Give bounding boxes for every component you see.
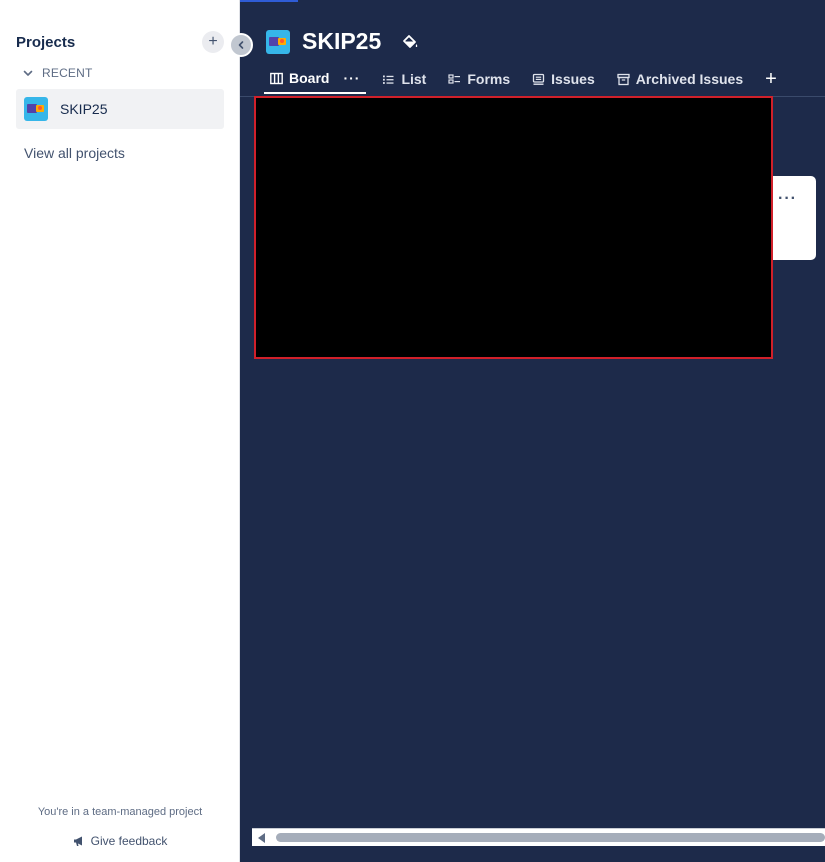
sidebar-item-label: SKIP25 <box>60 101 108 117</box>
chevron-down-icon <box>23 70 33 76</box>
project-title: SKIP25 <box>302 28 382 54</box>
sidebar: Projects + RECENT SKIP25 View all projec… <box>0 0 240 862</box>
give-feedback-label: Give feedback <box>90 834 168 848</box>
give-feedback-button[interactable]: Give feedback <box>0 834 240 848</box>
recent-label: RECENT <box>42 66 93 80</box>
scroll-left-arrow-icon[interactable] <box>258 833 265 843</box>
tab-archived-issues-label: Archived Issues <box>635 71 744 87</box>
recent-section-toggle[interactable]: RECENT <box>22 66 93 80</box>
project-avatar-icon <box>24 97 48 121</box>
scrollbar-thumb[interactable] <box>276 833 825 842</box>
top-accent-line <box>236 0 298 2</box>
issues-icon <box>532 73 545 85</box>
horizontal-scrollbar[interactable] <box>252 828 825 846</box>
megaphone-icon <box>73 836 82 846</box>
list-icon <box>383 75 394 84</box>
form-icon <box>448 73 461 84</box>
tab-archived-issues[interactable]: Archived Issues <box>611 64 749 94</box>
tab-issues[interactable]: Issues <box>526 64 601 94</box>
add-tab-button[interactable]: + <box>759 64 783 94</box>
tab-forms[interactable]: Forms <box>442 64 516 94</box>
board-more-button[interactable]: ··· <box>343 70 360 86</box>
archive-icon <box>617 73 630 85</box>
tab-board-label: Board <box>289 70 330 86</box>
tab-forms-label: Forms <box>467 71 511 87</box>
tab-list[interactable]: List <box>376 64 432 94</box>
sidebar-item-skip25[interactable]: SKIP25 <box>16 89 224 129</box>
project-header: SKIP25 <box>266 28 419 55</box>
column-more-button[interactable]: ··· <box>778 190 797 208</box>
sidebar-title: Projects <box>16 33 76 51</box>
paint-bucket-icon[interactable] <box>401 33 419 51</box>
tab-list-label: List <box>401 71 427 87</box>
project-avatar-icon <box>266 29 290 54</box>
chevron-left-icon <box>238 41 244 49</box>
board-columns-icon <box>270 72 283 84</box>
view-all-projects-link[interactable]: View all projects <box>24 145 125 161</box>
collapse-sidebar-button[interactable] <box>229 33 253 57</box>
project-tabs: Board ··· List Forms Issues Archived Iss… <box>264 64 783 96</box>
sidebar-header: Projects + <box>16 31 224 53</box>
team-managed-note: You're in a team-managed project <box>37 806 203 818</box>
tab-board[interactable]: Board ··· <box>264 64 367 94</box>
tab-issues-label: Issues <box>551 71 595 87</box>
redacted-region <box>254 96 773 359</box>
add-project-button[interactable]: + <box>202 31 224 53</box>
